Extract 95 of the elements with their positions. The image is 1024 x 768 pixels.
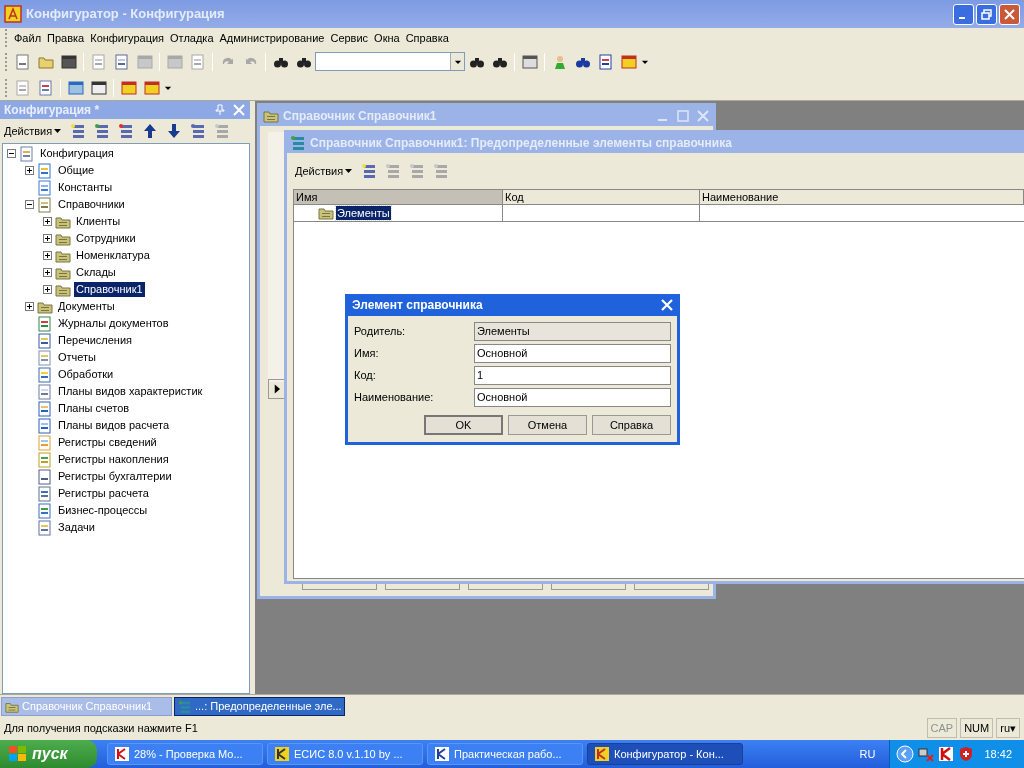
app-icon xyxy=(434,746,450,762)
tree-item[interactable]: Планы счетов xyxy=(56,401,132,416)
app-icon xyxy=(114,746,130,762)
tree-item[interactable]: Конфигурация xyxy=(38,146,116,161)
expand-toggle[interactable] xyxy=(43,217,52,226)
text-field[interactable]: Элементы xyxy=(474,322,671,341)
app-icon xyxy=(594,746,610,762)
column-header[interactable]: Код xyxy=(503,190,700,204)
field-label: Код: xyxy=(354,368,377,384)
windows-logo xyxy=(8,745,28,763)
chevron-icon[interactable] xyxy=(896,745,915,763)
language-indicator[interactable]: RU xyxy=(859,745,876,763)
actions-menu[interactable]: Действия xyxy=(4,122,66,140)
dialog-button[interactable]: Отмена xyxy=(508,415,587,435)
window-title: Справочник Справочник1 xyxy=(283,108,438,125)
shield-icon[interactable] xyxy=(958,746,975,762)
window-title: Конфигуратор - Конфигурация xyxy=(26,5,226,24)
language-indicator[interactable]: ru▾ xyxy=(996,718,1020,738)
taskbar-button[interactable]: ЕСИС 8.0 v.1.10 by ... xyxy=(267,743,423,765)
collapse-toggle[interactable] xyxy=(7,149,16,158)
tree-item[interactable]: Регистры накопления xyxy=(56,452,171,467)
tree-item[interactable]: Задачи xyxy=(56,520,97,535)
window-tab[interactable]: ...: Предопределенные эле... xyxy=(174,697,345,716)
window-title: Справочник Справочник1: Предопределенные элементы справочника xyxy=(310,135,732,152)
report-icon xyxy=(37,349,53,366)
column-header[interactable]: Наименование xyxy=(700,190,1024,204)
taskbar-button[interactable]: Конфигуратор - Кон... xyxy=(587,743,743,765)
actions-menu[interactable]: Действия xyxy=(295,162,357,180)
field-label: Наименование: xyxy=(354,390,435,406)
tree-item[interactable]: Справочники xyxy=(56,197,127,212)
column-header[interactable]: Имя xyxy=(294,190,503,204)
menu-item[interactable]: Отладка xyxy=(167,29,217,47)
table-cell[interactable]: Элементы xyxy=(336,206,391,220)
taskbar-button[interactable]: Практическая рабо... xyxy=(427,743,583,765)
collapse-toggle[interactable] xyxy=(25,200,34,209)
status-indicator: NUM xyxy=(960,718,994,738)
antivirus-icon[interactable] xyxy=(938,746,955,762)
taskbar-button[interactable]: 28% - Проверка Mo... xyxy=(107,743,263,765)
tree-item[interactable]: Отчеты xyxy=(56,350,99,365)
text-field[interactable]: 1 xyxy=(474,366,671,385)
folder-icon xyxy=(263,108,279,124)
tree-item[interactable]: Обработки xyxy=(56,367,116,382)
menu-item[interactable]: Окна xyxy=(371,29,403,47)
caret-icon xyxy=(54,129,62,133)
tree-item[interactable]: Склады xyxy=(74,265,118,280)
menu-item[interactable]: Конфигурация xyxy=(87,29,168,47)
menu-item[interactable]: Справка xyxy=(402,29,452,47)
restore-icon xyxy=(981,8,992,20)
folder-icon xyxy=(318,205,334,221)
text-field[interactable]: Основной xyxy=(474,388,671,407)
expand-toggle[interactable] xyxy=(25,302,34,311)
tree-item[interactable]: Сотрудники xyxy=(74,231,138,246)
tree-item[interactable]: Константы xyxy=(56,180,115,195)
network-icon[interactable] xyxy=(918,746,935,762)
app-icon xyxy=(274,746,290,762)
menu-item[interactable]: Правка xyxy=(44,29,88,47)
expand-toggle[interactable] xyxy=(43,268,52,277)
tree-item[interactable]: Планы видов характеристик xyxy=(56,384,205,399)
tree-item[interactable]: Регистры расчета xyxy=(56,486,151,501)
tree-item[interactable]: Справочник1 xyxy=(74,282,145,297)
tree-item[interactable]: Регистры сведений xyxy=(56,435,159,450)
minimize-icon xyxy=(958,17,965,19)
expand-toggle[interactable] xyxy=(43,234,52,243)
tree-item[interactable]: Общие xyxy=(56,163,97,178)
minimize-button[interactable] xyxy=(953,3,974,25)
clock: 18:42 xyxy=(984,746,1012,762)
restore-button[interactable] xyxy=(976,3,997,25)
menu-item[interactable]: Файл xyxy=(11,29,45,47)
menu-item[interactable]: Сервис xyxy=(327,29,372,47)
tree-item[interactable]: Документы xyxy=(56,299,117,314)
panel-title: Конфигурация * xyxy=(4,102,101,119)
tree-item[interactable]: Бизнес-процессы xyxy=(56,503,150,518)
tree-item[interactable]: Планы видов расчета xyxy=(56,418,172,433)
menu-item[interactable]: Администрирование xyxy=(216,29,328,47)
dialog-title: Элемент справочника xyxy=(352,297,484,314)
dialog-button[interactable]: OK xyxy=(424,415,503,435)
tree-item[interactable]: Регистры бухгалтерии xyxy=(56,469,174,484)
dialog-button[interactable]: Справка xyxy=(592,415,671,435)
expand-toggle[interactable] xyxy=(43,251,52,260)
caret-icon xyxy=(345,169,353,173)
list-icon xyxy=(37,519,53,536)
app-icon xyxy=(4,5,22,23)
field-label: Имя: xyxy=(354,346,380,362)
text-field[interactable]: Основной xyxy=(474,344,671,363)
tree-item[interactable]: Номенклатура xyxy=(74,248,152,263)
tree-item[interactable]: Клиенты xyxy=(74,214,123,229)
field-label: Родитель: xyxy=(354,324,407,340)
expand-toggle[interactable] xyxy=(43,285,52,294)
close-icon xyxy=(1004,8,1015,20)
expand-toggle[interactable] xyxy=(25,166,34,175)
status-hint: Для получения подсказки нажмите F1 xyxy=(4,720,199,736)
tree-item[interactable]: Перечисления xyxy=(56,333,134,348)
close-button[interactable] xyxy=(999,3,1020,25)
status-indicator: CAP xyxy=(926,718,958,738)
tree-item[interactable]: Журналы документов xyxy=(56,316,171,331)
